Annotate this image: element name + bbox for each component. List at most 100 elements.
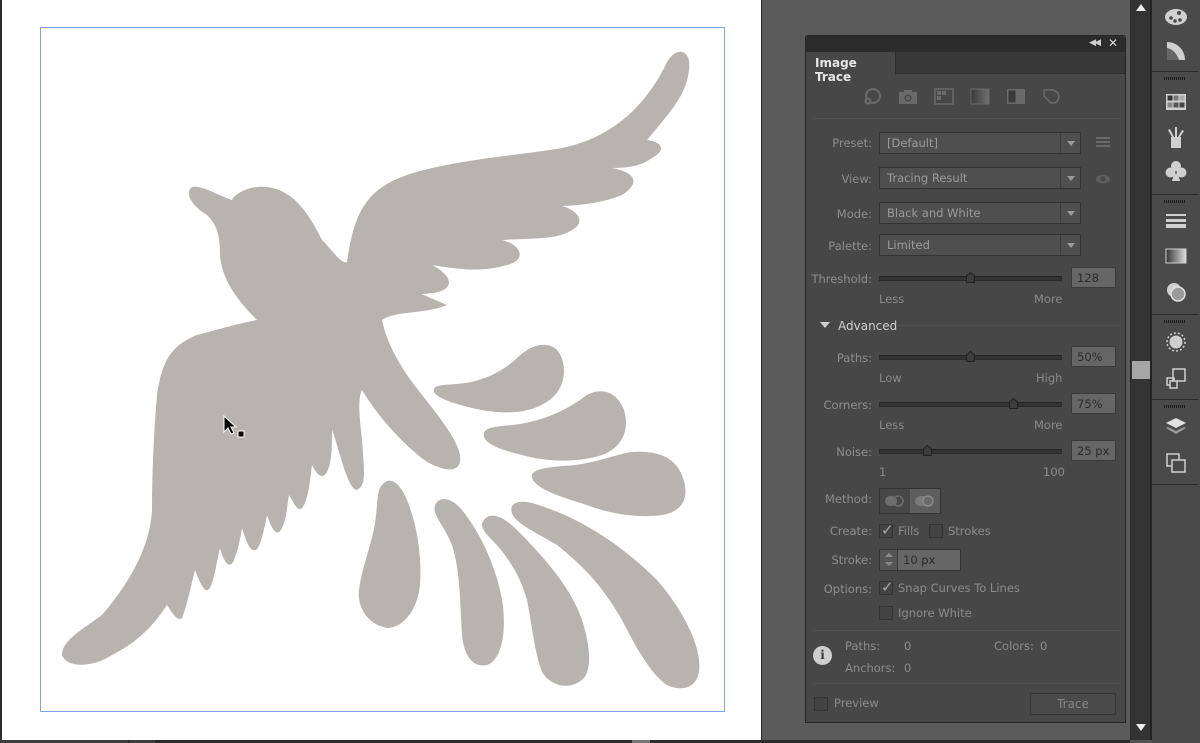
threshold-min-label: Less xyxy=(879,292,905,306)
anchors-count-value: 0 xyxy=(904,661,912,675)
high-color-icon[interactable] xyxy=(897,87,919,107)
corners-slider[interactable] xyxy=(879,398,1062,409)
snap-curves-checkbox[interactable]: ✓ xyxy=(879,578,894,596)
paths-min-label: Low xyxy=(879,371,902,385)
stroke-width-stepper[interactable]: 10 px xyxy=(879,549,961,571)
corners-label: Corners: xyxy=(823,398,872,412)
swatches-icon[interactable] xyxy=(1163,89,1189,115)
auto-color-icon[interactable] xyxy=(861,87,883,107)
colors-count-label: Colors: xyxy=(994,639,1034,653)
mode-dropdown[interactable]: Black and White xyxy=(879,202,1081,224)
slider-thumb[interactable] xyxy=(923,445,932,456)
preset-icon-bar xyxy=(861,87,1063,109)
collapse-panel-icon[interactable]: ◀◀ xyxy=(1089,38,1101,48)
ignore-white-checkbox[interactable] xyxy=(879,606,893,620)
document-canvas[interactable] xyxy=(0,0,762,740)
advanced-disclosure-toggle[interactable]: Advanced xyxy=(820,319,897,333)
threshold-slider[interactable] xyxy=(879,272,1062,283)
transparency-icon[interactable] xyxy=(1163,279,1189,305)
close-panel-icon[interactable]: ✕ xyxy=(1108,36,1118,50)
vertical-scrollbar[interactable] xyxy=(1130,0,1152,740)
strokes-checkbox[interactable] xyxy=(929,524,943,538)
method-label: Method: xyxy=(824,492,872,506)
preview-label: Preview xyxy=(834,696,879,710)
mode-label: Mode: xyxy=(836,207,872,221)
divider xyxy=(813,118,1120,119)
image-trace-panel: ◀◀ ✕ Image Trace Preset: [Default] View: xyxy=(805,35,1126,723)
panel-tab-strip: Image Trace xyxy=(806,52,1125,84)
checkmark-icon: ✓ xyxy=(881,521,894,539)
paths-count-value: 0 xyxy=(904,639,912,653)
slider-thumb[interactable] xyxy=(1009,398,1018,409)
trace-button[interactable]: Trace xyxy=(1030,693,1116,715)
tab-image-trace[interactable]: Image Trace xyxy=(806,52,896,84)
paths-input[interactable]: 50% xyxy=(1071,346,1116,367)
noise-input[interactable]: 25 px xyxy=(1071,440,1116,461)
paths-max-label: High xyxy=(1036,371,1063,385)
feather-7 xyxy=(358,480,421,628)
preset-label: Preset: xyxy=(832,136,872,150)
bird-artwork[interactable] xyxy=(2,0,762,740)
threshold-input[interactable]: 128 xyxy=(1071,267,1116,288)
options-label: Options: xyxy=(823,582,872,596)
brushes-icon[interactable] xyxy=(1163,124,1189,150)
graphic-styles-icon[interactable] xyxy=(1163,365,1189,391)
divider xyxy=(813,683,1120,684)
divider xyxy=(896,325,1120,326)
corners-max-label: More xyxy=(1034,418,1063,432)
paths-slider[interactable] xyxy=(879,351,1062,362)
slider-thumb[interactable] xyxy=(966,272,975,283)
eye-icon[interactable] xyxy=(1095,173,1111,188)
method-abutting-button[interactable] xyxy=(880,489,910,513)
scrollbar-thumb[interactable] xyxy=(1132,361,1150,379)
chevron-down-icon xyxy=(1060,133,1080,153)
symbols-icon[interactable] xyxy=(1163,158,1189,184)
fills-checkbox[interactable]: ✓ xyxy=(879,521,894,539)
scroll-down-arrow-icon[interactable] xyxy=(1136,724,1146,731)
method-overlapping-button[interactable] xyxy=(910,489,940,513)
slider-thumb[interactable] xyxy=(966,351,975,362)
divider xyxy=(813,630,1120,631)
threshold-max-label: More xyxy=(1034,292,1063,306)
dock-grip-handle[interactable] xyxy=(1164,320,1186,323)
gradient-icon[interactable] xyxy=(1163,243,1189,269)
stroke-label: Stroke: xyxy=(831,553,872,567)
color-guide-icon[interactable] xyxy=(1163,38,1189,64)
dock-grip-handle[interactable] xyxy=(1164,405,1186,408)
chevron-down-icon xyxy=(1060,203,1080,223)
dock-grip-handle[interactable] xyxy=(1164,77,1186,80)
layers-icon[interactable] xyxy=(1163,414,1189,440)
stroke-icon[interactable] xyxy=(1163,208,1189,234)
paths-label: Paths: xyxy=(836,351,872,365)
feather-1 xyxy=(433,344,564,413)
dock-group-1 xyxy=(1152,0,1198,72)
preset-list-icon[interactable] xyxy=(1096,137,1110,148)
low-color-icon[interactable] xyxy=(933,87,955,107)
dock-group-2 xyxy=(1152,72,1198,195)
appearance-icon[interactable] xyxy=(1163,329,1189,355)
preset-value: [Default] xyxy=(887,136,938,150)
black-and-white-icon[interactable] xyxy=(1005,87,1027,107)
view-value: Tracing Result xyxy=(887,171,968,185)
preview-checkbox[interactable] xyxy=(814,697,828,711)
ignore-white-label: Ignore White xyxy=(898,606,972,620)
palette-dropdown[interactable]: Limited xyxy=(879,234,1081,256)
stepper-buttons[interactable] xyxy=(880,550,898,570)
noise-slider[interactable] xyxy=(879,445,1062,456)
panel-icon-dock xyxy=(1152,0,1200,743)
increment-arrow-icon[interactable] xyxy=(885,553,893,557)
corners-input[interactable]: 75% xyxy=(1071,393,1116,414)
scroll-up-arrow-icon[interactable] xyxy=(1136,4,1146,11)
grayscale-icon[interactable] xyxy=(969,87,991,107)
preset-dropdown[interactable]: [Default] xyxy=(879,132,1081,154)
outline-icon[interactable] xyxy=(1041,87,1063,107)
noise-min-label: 1 xyxy=(879,465,887,479)
artboards-icon[interactable] xyxy=(1163,450,1189,476)
noise-max-label: 100 xyxy=(1043,465,1065,479)
view-dropdown[interactable]: Tracing Result xyxy=(879,167,1081,189)
panel-titlebar[interactable]: ◀◀ ✕ xyxy=(806,36,1125,52)
dock-grip-handle[interactable] xyxy=(1164,200,1186,203)
feather-3 xyxy=(531,451,686,517)
decrement-arrow-icon[interactable] xyxy=(885,562,893,566)
color-icon[interactable] xyxy=(1163,4,1189,30)
